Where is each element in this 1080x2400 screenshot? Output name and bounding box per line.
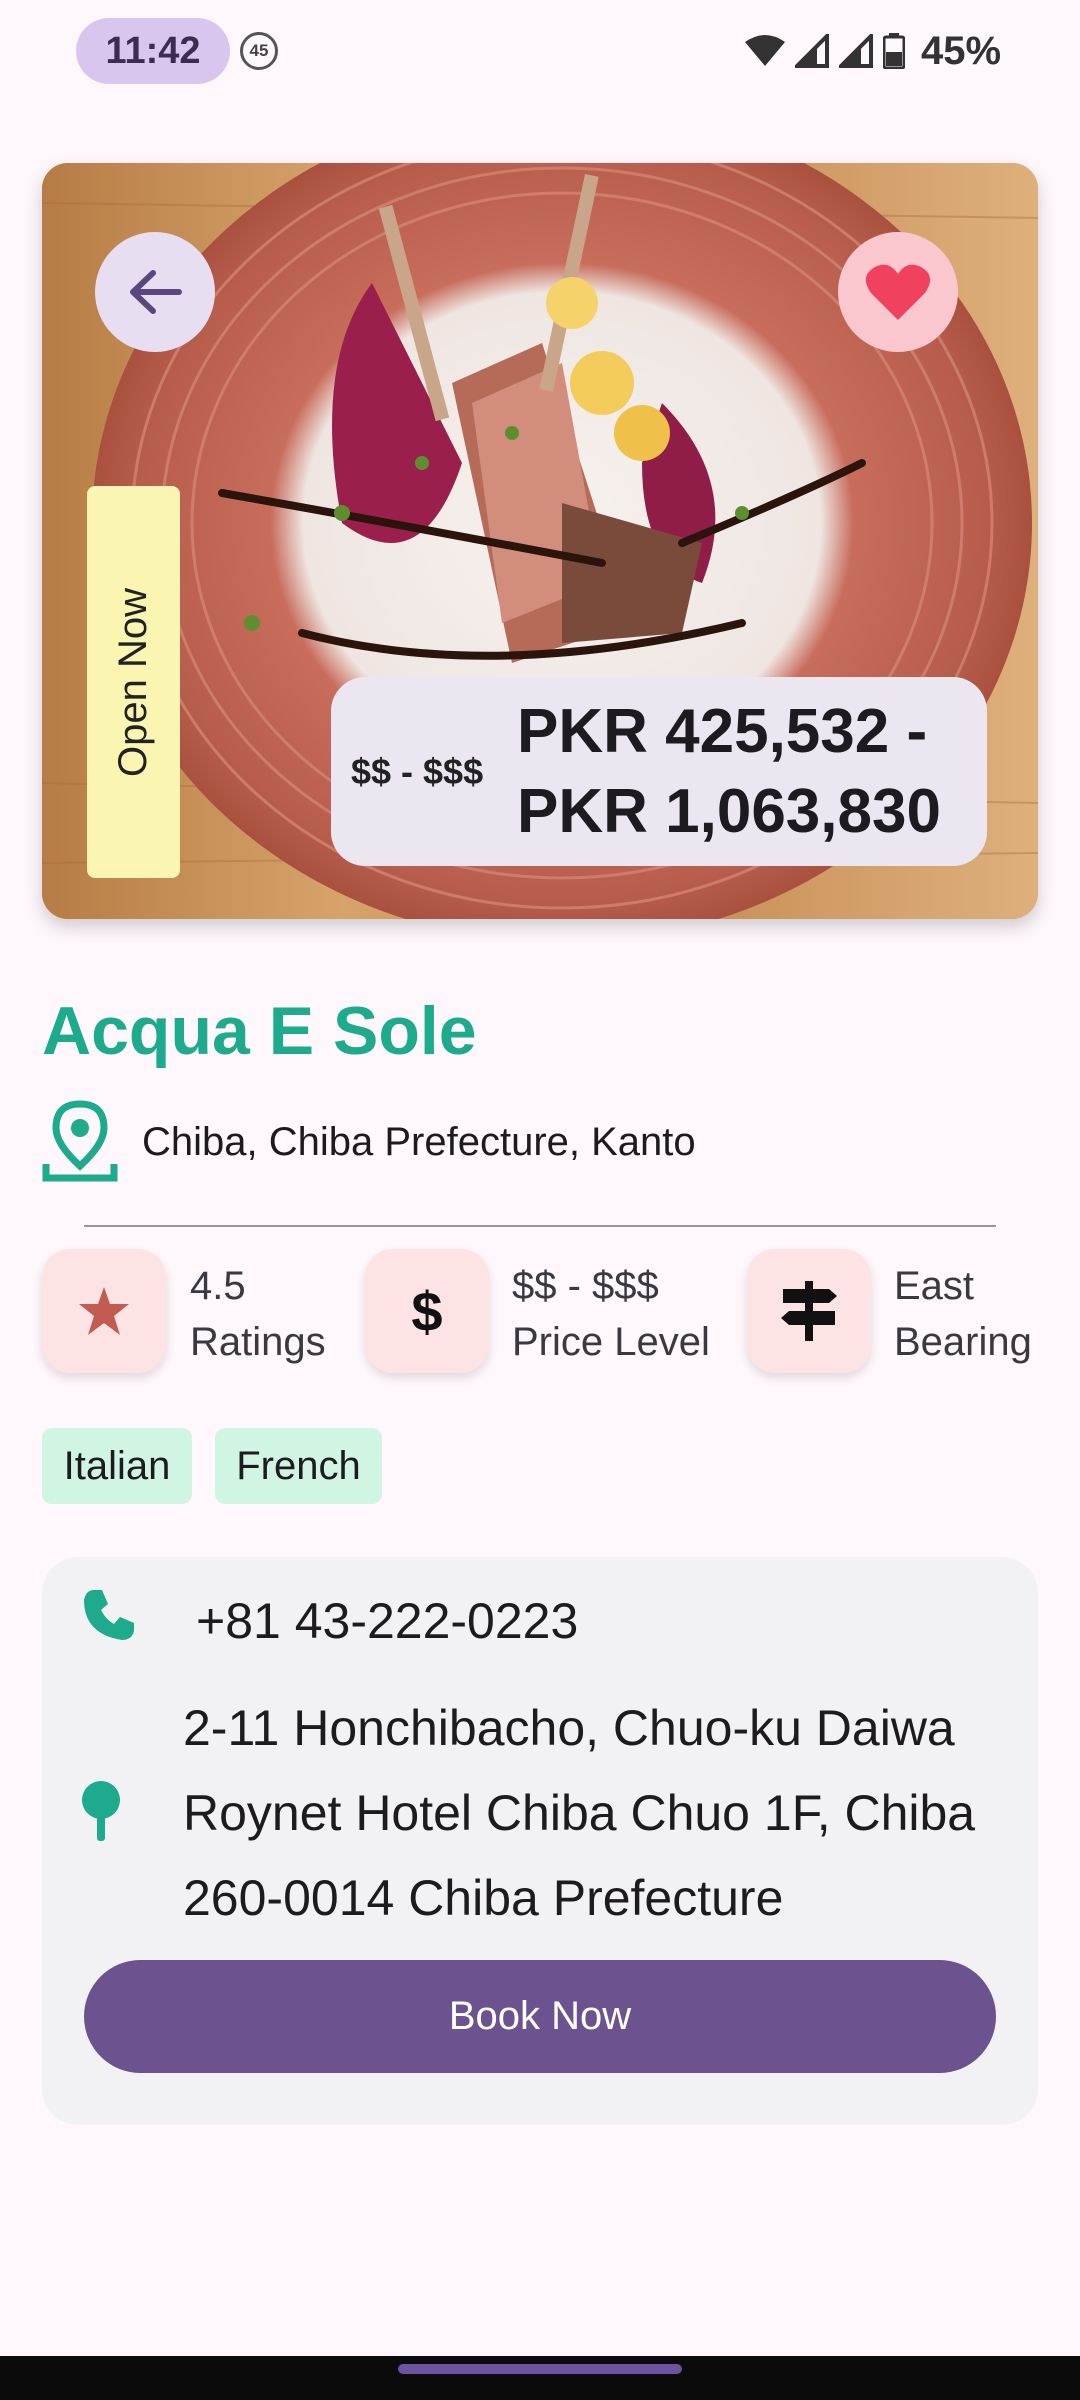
rating-info: 4.5 Ratings [190,1258,326,1370]
divider [84,1225,996,1227]
status-bar: 11:42 45 45% [0,0,1080,100]
price-tile: $ [365,1249,489,1373]
price-range-line2: PKR 1,063,830 [517,776,941,846]
price-info: $$ - $$$ Price Level [512,1258,710,1370]
bearing-value: East [894,1264,975,1308]
dollar-icon: $ [411,1279,443,1343]
price-label: Price Level [512,1320,710,1364]
rating-label: Ratings [190,1320,326,1364]
home-gesture-handle[interactable] [398,2364,682,2374]
star-icon [79,1287,129,1335]
wifi-icon [745,35,785,66]
price-range: PKR 425,532 - PKR 1,063,830 [517,692,941,852]
signal-icon-2 [839,34,873,68]
cuisine-tag-french[interactable]: French [215,1428,382,1504]
price-range-line1: PKR 425,532 - [517,696,928,766]
restaurant-location: Chiba, Chiba Prefecture, Kanto [142,1120,696,1164]
rating-value: 4.5 [190,1264,246,1308]
address[interactable]: 2-11 Honchibacho, Chuo-ku Daiwa Roynet H… [183,1686,1023,1941]
book-now-button[interactable]: Book Now [84,1960,996,2073]
price-level-label: $$ - $$$ [351,750,484,792]
price-value: $$ - $$$ [512,1264,659,1308]
favorite-button[interactable] [838,232,958,352]
battery-percent: 45% [921,28,1002,73]
system-nav-bar [0,2356,1080,2400]
back-button[interactable] [95,232,215,352]
notification-count-badge: 45 [240,32,278,70]
price-badge: $$ - $$$ PKR 425,532 - PKR 1,063,830 [331,677,987,866]
battery-icon [883,33,905,69]
bearing-tile [747,1249,871,1373]
rating-tile [42,1249,166,1373]
cuisine-tag-italian[interactable]: Italian [42,1428,192,1504]
signal-icon [795,34,829,68]
pin-icon [82,1781,120,1841]
status-time: 11:42 [76,18,230,84]
open-status-badge: Open Now [87,486,180,878]
status-icons: 45% [745,28,1001,74]
bearing-info: East Bearing [894,1258,1032,1370]
heart-icon [865,264,931,320]
arrow-left-icon [130,270,182,314]
restaurant-name: Acqua E Sole [42,993,477,1069]
phone-number[interactable]: +81 43-222-0223 [196,1592,578,1650]
signpost-icon [781,1281,837,1341]
map-pin-icon [42,1100,118,1182]
open-status-label: Open Now [111,587,156,777]
bearing-label: Bearing [894,1320,1032,1364]
phone-icon [84,1590,134,1640]
